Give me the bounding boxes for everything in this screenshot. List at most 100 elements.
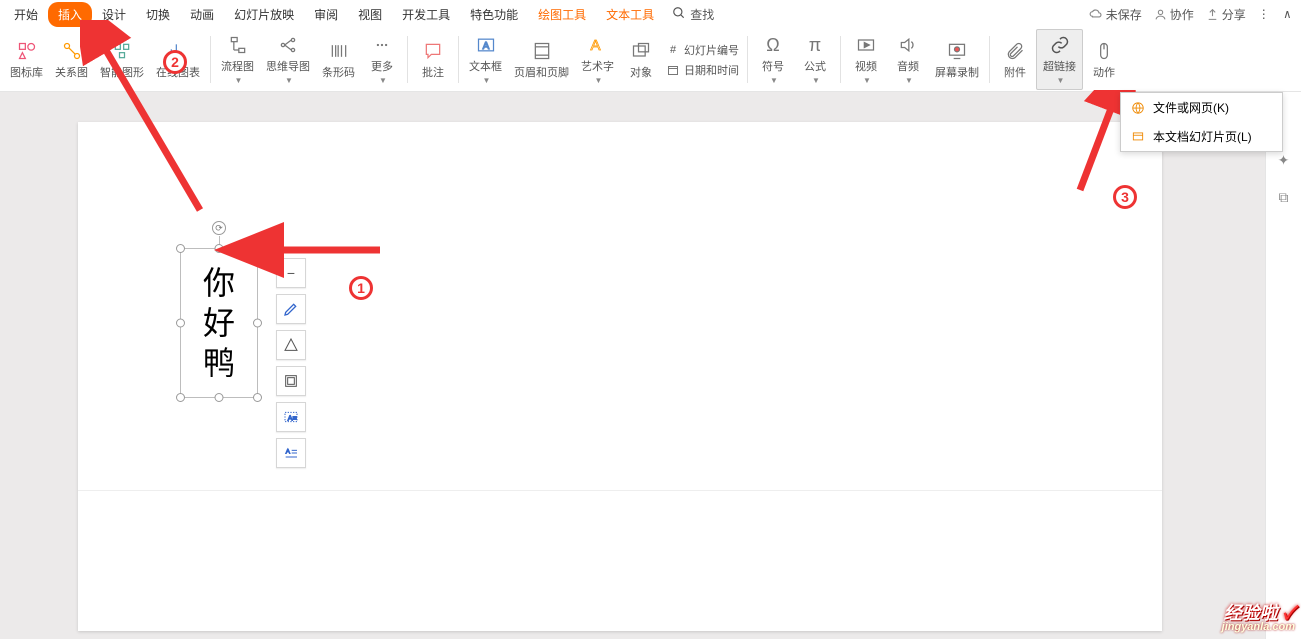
tab-features[interactable]: 特色功能: [460, 2, 528, 27]
share-icon: [1206, 8, 1219, 21]
tab-slideshow[interactable]: 幻灯片放映: [224, 2, 304, 27]
menu-tabs: 开始 插入 设计 切换 动画 幻灯片放映 审阅 视图 开发工具 特色功能 绘图工…: [0, 0, 1301, 28]
collapse-ribbon[interactable]: ∧: [1284, 7, 1291, 21]
btn-annotate[interactable]: 批注: [412, 36, 454, 84]
tab-animation[interactable]: 动画: [180, 2, 224, 27]
textbox-selected[interactable]: ⟳ 你 好 鸭: [180, 248, 258, 398]
btn-action[interactable]: 动作: [1083, 36, 1125, 84]
tab-design[interactable]: 设计: [92, 2, 136, 27]
tab-view[interactable]: 视图: [348, 2, 392, 27]
omega-icon: Ω: [762, 34, 784, 56]
share-label: 分享: [1222, 6, 1246, 23]
btn-headerfooter[interactable]: 页眉和页脚: [508, 36, 575, 84]
search-label: 查找: [690, 6, 714, 23]
titlebar-right: 未保存 协作 分享 ⋮ ∧: [1089, 0, 1291, 28]
mouse-icon: [1093, 40, 1115, 62]
ribbon-insert: 图标库 关系图 智能图形 在线图表 流程图▼ 思维导图▼ 条形码 更多▼ 批注 …: [0, 28, 1301, 92]
btn-screenrec[interactable]: 屏幕录制: [929, 36, 985, 84]
hyperlink-dropdown: 文件或网页(K) 本文档幻灯片页(L): [1120, 92, 1283, 152]
link-icon: [1049, 34, 1071, 56]
resize-handle[interactable]: [176, 244, 185, 253]
headerfooter-icon: [531, 40, 553, 62]
svg-text:A≡: A≡: [288, 413, 297, 422]
dropdown-label: 本文档幻灯片页(L): [1153, 128, 1252, 145]
btn-audio[interactable]: 音频▼: [887, 30, 929, 89]
more-menu[interactable]: ⋮: [1258, 7, 1272, 21]
rotate-handle[interactable]: ⟳: [212, 221, 226, 235]
resize-handle[interactable]: [215, 244, 224, 253]
cloud-icon: [1089, 7, 1103, 21]
textbox-icon: A: [475, 34, 497, 56]
person-icon: [1154, 8, 1167, 21]
btn-hyperlink[interactable]: 超链接▼: [1036, 29, 1083, 90]
globe-icon: [1131, 101, 1145, 115]
btn-mindmap[interactable]: 思维导图▼: [260, 30, 316, 89]
btn-flowchart[interactable]: 流程图▼: [215, 30, 260, 89]
coop-button[interactable]: 协作: [1154, 6, 1194, 23]
calendar-icon: [666, 63, 680, 77]
float-btn-text[interactable]: A≡: [276, 402, 306, 432]
dropdown-file-web[interactable]: 文件或网页(K): [1121, 93, 1282, 122]
search-icon: [672, 6, 686, 23]
tab-review[interactable]: 审阅: [304, 2, 348, 27]
object-icon: [630, 40, 652, 62]
float-toolbar: − A≡ A: [276, 258, 306, 468]
resize-handle[interactable]: [215, 393, 224, 402]
slide-icon: [1131, 130, 1145, 144]
btn-symbol[interactable]: Ω符号▼: [752, 30, 794, 89]
paperclip-icon: [1004, 40, 1026, 62]
coop-label: 协作: [1170, 6, 1194, 23]
float-btn-collapse[interactable]: −: [276, 258, 306, 288]
char: 鸭: [203, 343, 235, 383]
unsaved-indicator[interactable]: 未保存: [1089, 6, 1142, 23]
annotation-1: 1: [349, 276, 373, 300]
pane-icon[interactable]: ⧉: [1279, 189, 1289, 206]
btn-smartart[interactable]: 智能图形: [94, 36, 150, 84]
resize-handle[interactable]: [176, 393, 185, 402]
relation-icon: [61, 40, 83, 62]
tab-devtools[interactable]: 开发工具: [392, 2, 460, 27]
btn-barcode[interactable]: 条形码: [316, 36, 361, 84]
tab-insert[interactable]: 插入: [48, 2, 92, 27]
tab-transition[interactable]: 切换: [136, 2, 180, 27]
tab-drawtools[interactable]: 绘图工具: [528, 2, 596, 27]
btn-formula[interactable]: π公式▼: [794, 30, 836, 89]
resize-handle[interactable]: [253, 244, 262, 253]
tab-start[interactable]: 开始: [4, 2, 48, 27]
float-btn-para[interactable]: A: [276, 438, 306, 468]
textbox-content[interactable]: 你 好 鸭: [181, 249, 257, 397]
btn-relgraph[interactable]: 关系图: [49, 36, 94, 84]
pane-icon[interactable]: ✦: [1278, 152, 1290, 169]
btn-more[interactable]: 更多▼: [361, 30, 403, 89]
audio-icon: [897, 34, 919, 56]
btn-wordart[interactable]: A艺术字▼: [575, 30, 620, 89]
watermark: 经验啦 ✓ jingyanla.com: [1222, 604, 1295, 633]
btn-video[interactable]: 视频▼: [845, 30, 887, 89]
btn-attachment[interactable]: 附件: [994, 36, 1036, 84]
share-button[interactable]: 分享: [1206, 6, 1246, 23]
resize-handle[interactable]: [253, 319, 262, 328]
btn-textbox[interactable]: A文本框▼: [463, 30, 508, 89]
float-btn-frame[interactable]: [276, 366, 306, 396]
svg-text:A: A: [590, 37, 600, 54]
btn-iconlib[interactable]: 图标库: [4, 36, 49, 84]
btn-object[interactable]: 对象: [620, 36, 662, 84]
btn-slidenum[interactable]: #幻灯片编号: [666, 42, 739, 58]
mind-icon: [277, 34, 299, 56]
video-icon: [855, 34, 877, 56]
btn-datetime[interactable]: 日期和时间: [666, 62, 739, 78]
svg-text:A: A: [286, 449, 291, 456]
resize-handle[interactable]: [253, 393, 262, 402]
label: 图标库: [10, 64, 43, 80]
pi-icon: π: [804, 34, 826, 56]
float-btn-pen[interactable]: [276, 294, 306, 324]
tab-texttools[interactable]: 文本工具: [596, 2, 664, 27]
char: 好: [203, 303, 235, 343]
watermark-main: 经验啦: [1224, 603, 1278, 623]
float-btn-shape[interactable]: [276, 330, 306, 360]
hash-icon: #: [666, 43, 680, 57]
resize-handle[interactable]: [176, 319, 185, 328]
search-button[interactable]: 查找: [672, 6, 714, 23]
dropdown-slide[interactable]: 本文档幻灯片页(L): [1121, 122, 1282, 151]
annotation-2: 2: [163, 50, 187, 74]
